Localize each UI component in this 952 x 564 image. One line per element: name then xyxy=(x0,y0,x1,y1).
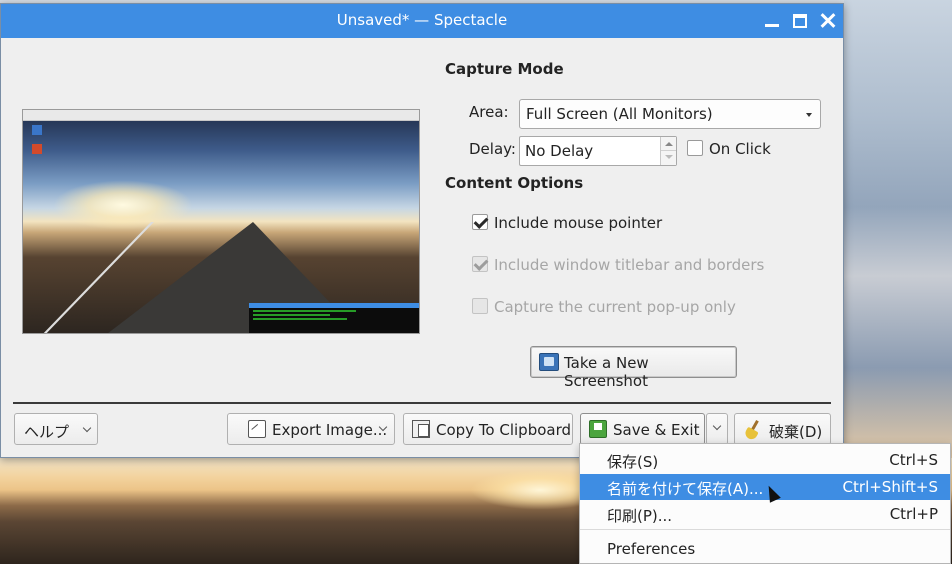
area-value: Full Screen (All Monitors) xyxy=(526,105,713,123)
chevron-down-icon xyxy=(712,421,722,431)
save-options-menu: 保存(S) Ctrl+S 名前を付けて保存(A)... Ctrl+Shift+S… xyxy=(579,443,951,564)
discard-button[interactable]: 破棄(D) xyxy=(734,413,831,445)
delay-stepper[interactable] xyxy=(660,137,676,165)
export-image-button[interactable]: Export Image... xyxy=(227,413,395,445)
close-icon[interactable] xyxy=(819,12,837,30)
clipboard-icon xyxy=(412,420,430,438)
maximize-icon[interactable] xyxy=(791,12,809,30)
capture-mode-heading: Capture Mode xyxy=(445,60,564,78)
on-click-label: On Click xyxy=(709,140,771,158)
arrow-down-icon[interactable] xyxy=(665,155,673,159)
include-pointer-label: Include mouse pointer xyxy=(494,214,663,232)
export-icon xyxy=(248,420,266,438)
screenshot-preview[interactable] xyxy=(22,109,420,334)
preview-desktop-icon xyxy=(32,144,42,154)
spectacle-window: Unsaved* — Spectacle Capture Mode Area: … xyxy=(0,3,844,458)
include-titlebar-checkbox[interactable] xyxy=(472,256,488,272)
screenshot-icon xyxy=(539,353,559,371)
dropdown-arrow-icon xyxy=(806,113,812,117)
menu-item-print[interactable]: 印刷(P)... Ctrl+P xyxy=(580,501,950,527)
preview-terminal xyxy=(249,303,419,333)
arrow-up-icon[interactable] xyxy=(665,142,673,146)
preview-taskbar xyxy=(23,110,419,121)
save-exit-button[interactable]: Save & Exit xyxy=(580,413,705,445)
preview-desktop-icon xyxy=(32,125,42,135)
include-pointer-checkbox[interactable] xyxy=(472,214,488,230)
content-options-heading: Content Options xyxy=(445,174,584,192)
save-icon xyxy=(589,420,607,438)
desktop-sky xyxy=(844,0,952,460)
chevron-down-icon xyxy=(82,423,92,433)
area-label: Area: xyxy=(469,103,509,121)
broom-icon xyxy=(745,420,761,440)
menu-item-preferences[interactable]: Preferences xyxy=(580,536,950,562)
popup-only-label: Capture the current pop-up only xyxy=(494,298,736,316)
include-titlebar-label: Include window titlebar and borders xyxy=(494,256,765,274)
area-select[interactable]: Full Screen (All Monitors) xyxy=(519,99,821,129)
save-options-dropdown-button[interactable] xyxy=(706,413,728,445)
menu-separator xyxy=(580,529,950,530)
window-title: Unsaved* — Spectacle xyxy=(336,11,508,29)
take-new-screenshot-button[interactable]: Take a New Screenshot xyxy=(530,346,737,390)
minimize-icon[interactable] xyxy=(763,12,781,30)
delay-value: No Delay xyxy=(525,142,594,160)
help-button[interactable]: ヘルプ xyxy=(14,413,98,445)
delay-label: Delay: xyxy=(469,140,516,158)
popup-only-checkbox[interactable] xyxy=(472,298,488,314)
title-bar[interactable]: Unsaved* — Spectacle xyxy=(1,4,843,38)
copy-to-clipboard-button[interactable]: Copy To Clipboard xyxy=(403,413,573,445)
menu-item-save[interactable]: 保存(S) Ctrl+S xyxy=(580,447,950,473)
divider xyxy=(13,402,831,404)
delay-spinbox[interactable]: No Delay xyxy=(519,136,677,166)
on-click-checkbox[interactable] xyxy=(687,140,703,156)
